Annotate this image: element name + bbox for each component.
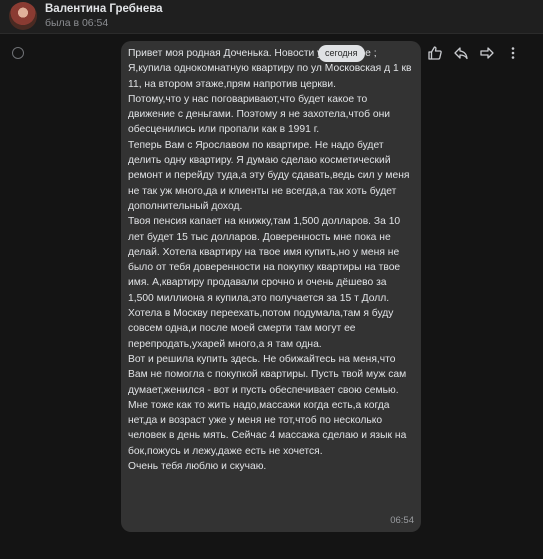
contact-name[interactable]: Валентина Гребнева xyxy=(45,3,163,15)
forward-button[interactable] xyxy=(475,41,499,65)
thumbs-up-icon xyxy=(427,45,443,61)
last-seen-status: была в 06:54 xyxy=(45,17,109,29)
message-time: 06:54 xyxy=(390,515,414,526)
forward-icon xyxy=(479,45,495,61)
like-button[interactable] xyxy=(423,41,447,65)
chat-header: Валентина Гребнева была в 06:54 xyxy=(0,0,543,34)
reply-icon xyxy=(453,45,469,61)
message-select-checkbox[interactable] xyxy=(12,47,24,59)
contact-avatar[interactable] xyxy=(9,2,37,30)
date-divider: сегодня xyxy=(318,45,365,62)
more-icon xyxy=(505,45,521,61)
message-list[interactable]: Привет моя родная Доченька. Новости у на… xyxy=(0,34,543,559)
message-bubble[interactable]: Привет моя родная Доченька. Новости у на… xyxy=(121,41,421,532)
more-button[interactable] xyxy=(501,41,525,65)
message-text: Привет моя родная Доченька. Новости у на… xyxy=(128,48,412,473)
reply-button[interactable] xyxy=(449,41,473,65)
